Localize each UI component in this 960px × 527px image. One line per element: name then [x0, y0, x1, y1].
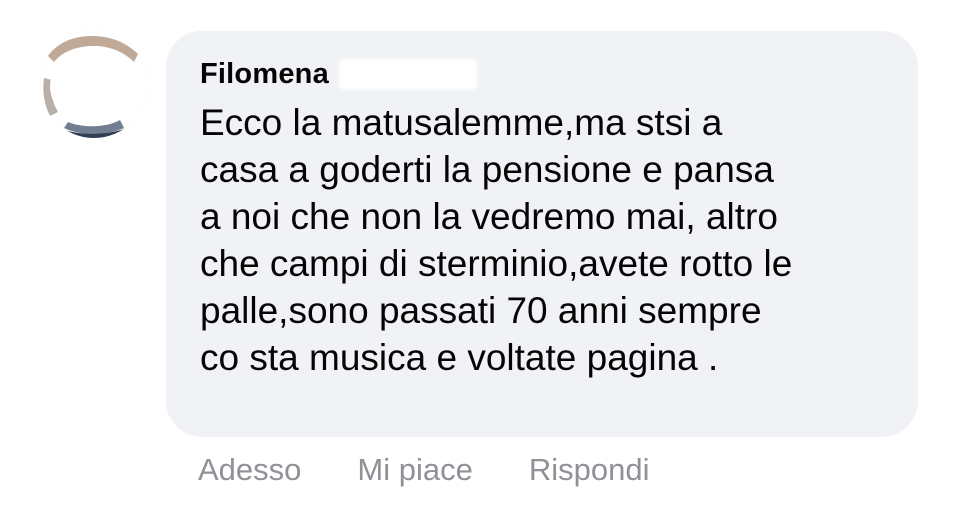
redacted-surname-mark-icon	[338, 59, 477, 89]
author-name[interactable]: Filomena	[200, 58, 329, 91]
timestamp-link[interactable]: Adesso	[198, 452, 301, 488]
comment-bubble: Filomena Ecco la matusalemme,ma stsi a c…	[166, 31, 918, 437]
avatar[interactable]	[40, 30, 148, 138]
redacted-profile-avatar-icon	[40, 30, 148, 138]
comment-actions: Adesso Mi piace Rispondi	[198, 452, 705, 488]
comment-header: Filomena	[200, 57, 898, 91]
comment-text: Ecco la matusalemme,ma stsi a casa a god…	[200, 102, 793, 378]
like-button[interactable]: Mi piace	[357, 452, 472, 488]
reply-button[interactable]: Rispondi	[529, 452, 650, 488]
